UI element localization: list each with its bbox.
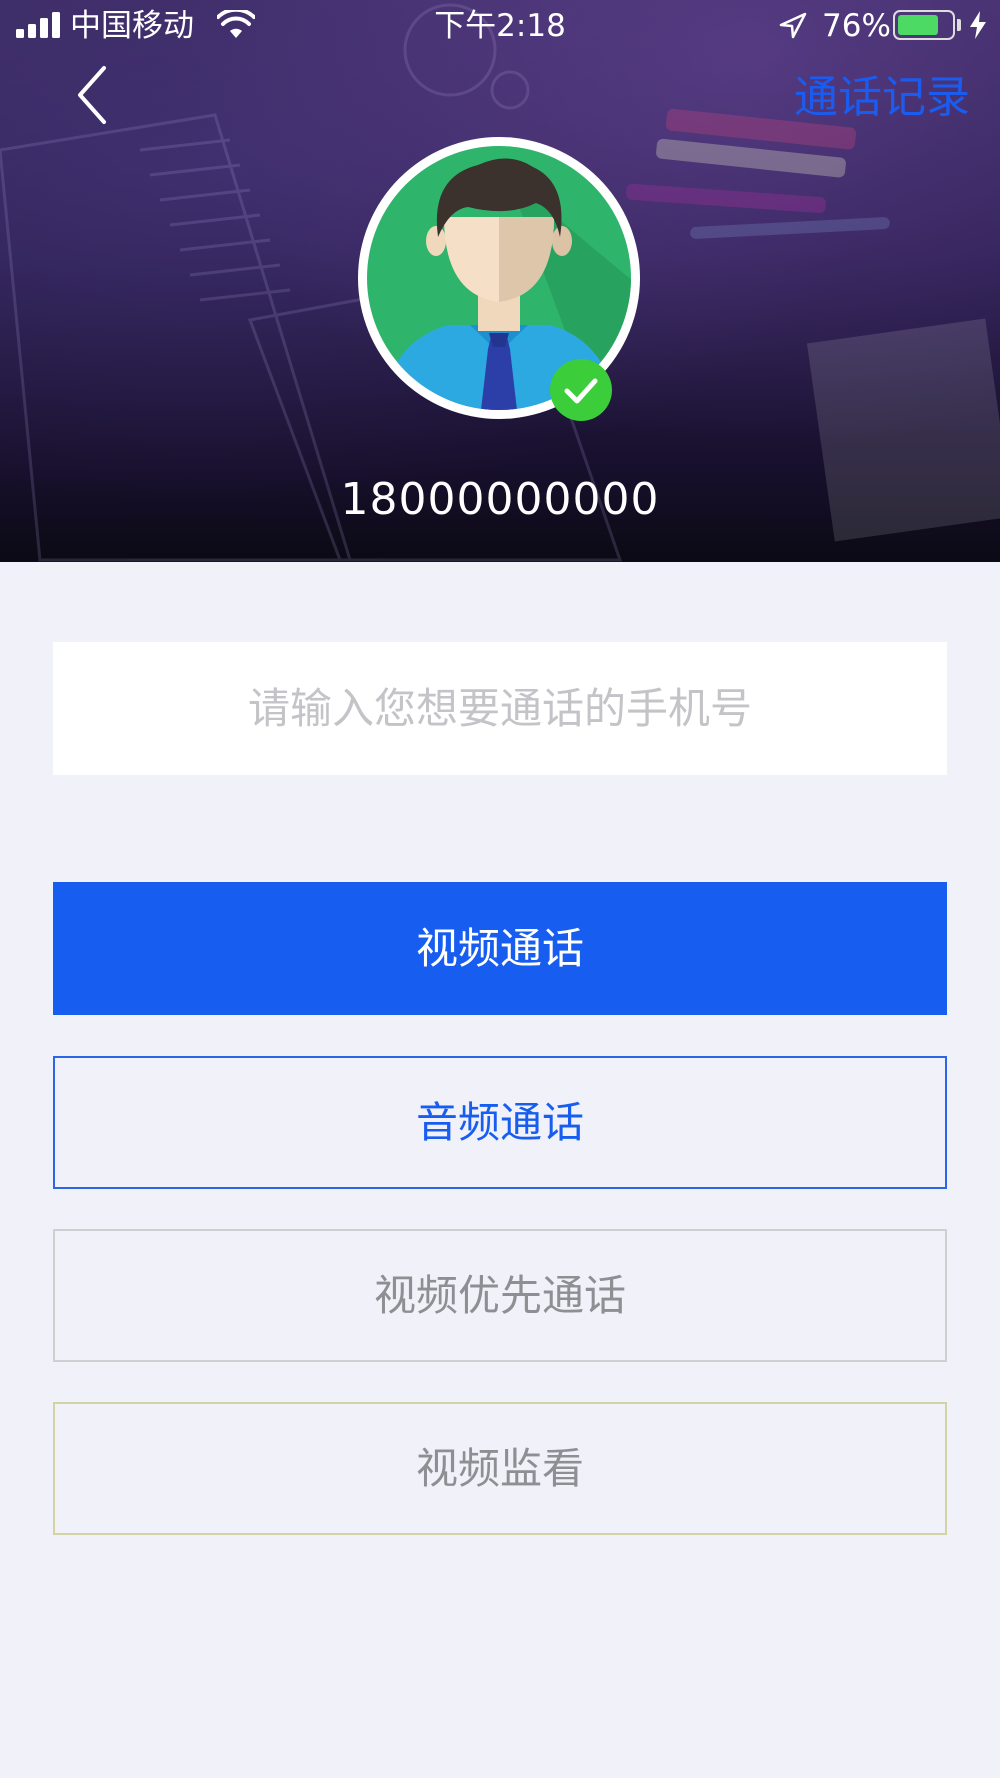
battery-percentage: 76%: [822, 8, 891, 44]
video-call-button[interactable]: 视频通话: [53, 882, 947, 1015]
battery-cap: [957, 19, 961, 31]
video-priority-call-button[interactable]: 视频优先通话: [53, 1229, 947, 1362]
back-button[interactable]: [62, 60, 132, 130]
battery-level-fill: [898, 15, 938, 35]
phone-number-input[interactable]: [53, 642, 947, 775]
verified-check-icon: [550, 359, 612, 421]
audio-call-button[interactable]: 音频通话: [53, 1056, 947, 1189]
video-monitor-button[interactable]: 视频监看: [53, 1402, 947, 1535]
battery-icon: [893, 10, 955, 40]
call-history-link[interactable]: 通话记录: [794, 68, 970, 128]
location-arrow-icon: [779, 12, 807, 39]
status-bar: 中国移动 下午2:18 76%: [0, 0, 1000, 54]
chevron-left-icon: [78, 66, 106, 124]
profile-header: 中国移动 下午2:18 76% 通话记录 18000000000: [0, 0, 1000, 562]
user-phone-number: 18000000000: [340, 474, 660, 525]
charging-bolt-icon: [970, 11, 986, 39]
